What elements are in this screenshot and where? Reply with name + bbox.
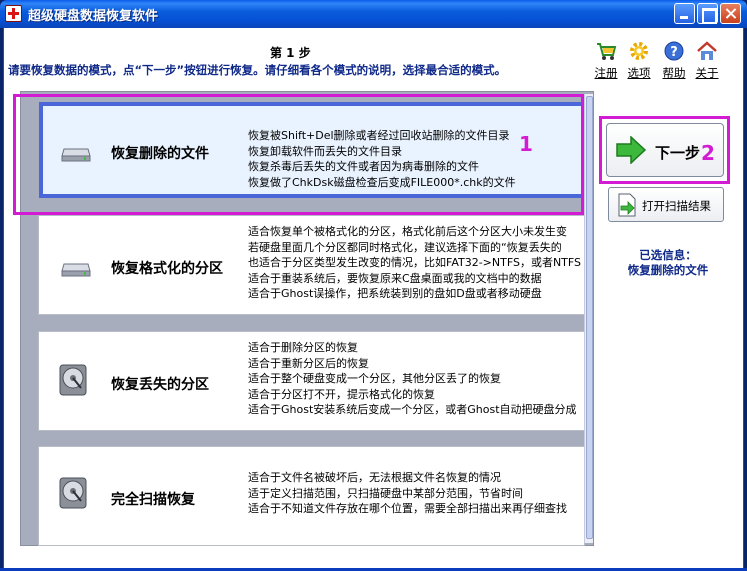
mode-desc-line: 适合于Ghost安装系统后变成一个分区，或者Ghost自动把硬盘分成: [248, 403, 577, 416]
app-icon: [5, 5, 22, 22]
open-scan-results-label: 打开扫描结果: [642, 199, 711, 213]
vertical-scrollbar[interactable]: [584, 94, 593, 543]
mode-description: 适合于文件名被破坏后，无法根据文件名恢复的情况 适于定义扫描范围，只扫描硬盘中某…: [248, 470, 586, 517]
document-icon: [618, 193, 636, 217]
highlight-box-mode: [13, 94, 584, 215]
mode-desc-line: 适合于分区打不开，提示格式化的恢复: [248, 387, 435, 401]
mode-desc-line: 适合于重新分区后的恢复: [248, 356, 369, 370]
open-scan-results-button[interactable]: 打开扫描结果: [608, 187, 724, 222]
step-title: 第 1 步: [270, 46, 311, 60]
options-button[interactable]: 选项: [624, 40, 654, 81]
disk-platter-icon: [59, 364, 87, 396]
mode-desc-line: 适合于不知道文件存放在哪个位置，需要全部扫描出来再仔细查找: [248, 502, 567, 515]
mode-name: 完全扫描恢复: [111, 492, 195, 508]
hard-disk-icon: [61, 263, 91, 277]
register-label: 注册: [594, 66, 618, 80]
about-label: 关于: [695, 66, 719, 80]
mode-desc-line: 适合恢复单个被格式化的分区，格式化前后这个分区大小未发生变: [248, 225, 567, 238]
cart-icon: [597, 43, 617, 60]
window-title: 超级硬盘数据恢复软件: [28, 9, 159, 24]
annotation-marker-2: 2: [701, 141, 715, 165]
mode-desc-line: 适于定义扫描范围，只扫描硬盘中某部分范围，节省时间: [248, 486, 523, 500]
help-icon: ?: [664, 41, 684, 61]
mode-name: 恢复格式化的分区: [111, 261, 223, 277]
svg-text:?: ?: [670, 45, 678, 60]
mode-description: 适合恢复单个被格式化的分区，格式化前后这个分区大小未发生变 若硬盘里面几个分区都…: [248, 224, 586, 302]
title-bar[interactable]: 超级硬盘数据恢复软件: [0, 0, 747, 28]
mode-name: 恢复丢失的分区: [111, 377, 209, 393]
main-window: 第 1 步 请要恢复数据的模式，点“下一步”按钮进行恢复。请仔细看各个模式的说明…: [3, 28, 744, 568]
register-button[interactable]: 注册: [591, 40, 621, 81]
mode-desc-line: 也适合于分区类型发生改变的情况，比如FAT32->NTFS，或者NTFS: [248, 256, 582, 269]
scrollbar-thumb[interactable]: [586, 96, 593, 539]
mode-desc-line: 若硬盘里面几个分区都同时格式化，建议选择下面的“恢复丢失的: [248, 240, 562, 254]
selection-value: 恢复删除的文件: [627, 263, 709, 277]
options-label: 选项: [627, 66, 651, 80]
selection-heading: 已选信息：: [639, 248, 697, 262]
mode-card-full-scan[interactable]: 完全扫描恢复 适合于文件名被破坏后，无法根据文件名恢复的情况 适于定义扫描范围，…: [38, 446, 585, 546]
mode-card-formatted-partition[interactable]: 恢复格式化的分区 适合恢复单个被格式化的分区，格式化前后这个分区大小未发生变 若…: [38, 215, 585, 315]
help-button[interactable]: ? 帮助: [659, 40, 689, 81]
annotation-marker-1: 1: [519, 132, 533, 156]
close-button[interactable]: [720, 3, 741, 24]
mode-desc-line: 适合于重装系统后，要恢复原来C盘桌面或我的文档中的数据: [248, 271, 542, 285]
mode-desc-line: 适合于删除分区的恢复: [248, 341, 358, 354]
mode-description: 适合于删除分区的恢复 适合于重新分区后的恢复 适合于整个硬盘变成一个分区，其他分…: [248, 340, 586, 418]
mode-desc-line: 适合于文件名被破坏后，无法根据文件名恢复的情况: [248, 471, 501, 484]
mode-desc-line: 适合于整个硬盘变成一个分区，其他分区丢了的恢复: [248, 372, 501, 385]
mode-desc-line: 适合于Ghost误操作，把系统装到别的盘如D盘或者移动硬盘: [248, 287, 542, 300]
step-instruction: 请要恢复数据的模式，点“下一步”按钮进行恢复。请仔细看各个模式的说明，选择最合适…: [8, 63, 507, 77]
mode-card-lost-partition[interactable]: 恢复丢失的分区 适合于删除分区的恢复 适合于重新分区后的恢复 适合于整个硬盘变成…: [38, 331, 585, 431]
minimize-button[interactable]: [674, 3, 695, 24]
disk-platter-icon: [59, 477, 87, 509]
gear-icon: [630, 42, 648, 60]
home-icon: [697, 41, 717, 60]
about-button[interactable]: 关于: [692, 40, 722, 81]
maximize-button[interactable]: [697, 3, 718, 24]
help-label: 帮助: [662, 66, 686, 80]
